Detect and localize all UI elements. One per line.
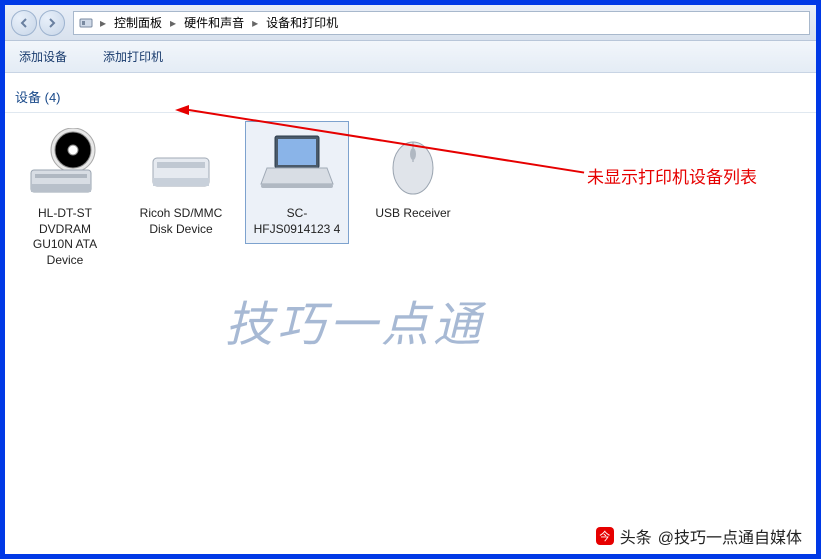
add-printer-button[interactable]: 添加打印机	[97, 44, 169, 69]
chevron-right-icon: ▸	[250, 16, 260, 30]
laptop-icon	[257, 128, 337, 200]
watermark-text: 技巧一点通	[225, 285, 485, 355]
device-label: SC-HFJS0914123 4	[250, 206, 344, 237]
breadcrumb: ▸ 控制面板 ▸ 硬件和声音 ▸ 设备和打印机	[98, 12, 342, 33]
device-item[interactable]: HL-DT-ST DVDRAM GU10N ATA Device	[13, 121, 117, 275]
device-label: Ricoh SD/MMC Disk Device	[134, 206, 228, 237]
breadcrumb-item[interactable]: 硬件和声音	[180, 12, 248, 33]
chevron-right-icon: ▸	[168, 16, 178, 30]
command-toolbar: 添加设备 添加打印机	[5, 41, 816, 73]
devices-icon	[78, 15, 94, 31]
breadcrumb-item[interactable]: 控制面板	[110, 12, 166, 33]
device-item[interactable]: SC-HFJS0914123 4	[245, 121, 349, 244]
back-button[interactable]	[11, 10, 37, 36]
footer-author: @技巧一点通自媒体	[658, 524, 802, 548]
window-titlebar: ▸ 控制面板 ▸ 硬件和声音 ▸ 设备和打印机	[5, 5, 816, 41]
add-device-button[interactable]: 添加设备	[13, 44, 73, 69]
device-label: USB Receiver	[366, 206, 460, 222]
annotation-text: 未显示打印机设备列表	[587, 163, 757, 188]
nav-buttons	[11, 10, 65, 36]
breadcrumb-item[interactable]: 设备和打印机	[262, 12, 342, 33]
devices-grid: HL-DT-ST DVDRAM GU10N ATA Device Ricoh S…	[5, 113, 816, 283]
device-item[interactable]: USB Receiver	[361, 121, 465, 229]
address-bar[interactable]: ▸ 控制面板 ▸ 硬件和声音 ▸ 设备和打印机	[73, 11, 810, 35]
headline-icon: 今	[596, 527, 614, 545]
optical-drive-icon	[25, 128, 105, 200]
devices-section-header[interactable]: 设备 (4)	[5, 81, 816, 113]
device-item[interactable]: Ricoh SD/MMC Disk Device	[129, 121, 233, 244]
mouse-icon	[373, 128, 453, 200]
card-reader-icon	[141, 128, 221, 200]
chevron-right-icon: ▸	[98, 16, 108, 30]
footer-credit: 今 头条 @技巧一点通自媒体	[596, 524, 802, 548]
device-label: HL-DT-ST DVDRAM GU10N ATA Device	[18, 206, 112, 268]
forward-button[interactable]	[39, 10, 65, 36]
annotation-arrow-head	[175, 105, 189, 115]
footer-prefix: 头条	[620, 524, 652, 548]
